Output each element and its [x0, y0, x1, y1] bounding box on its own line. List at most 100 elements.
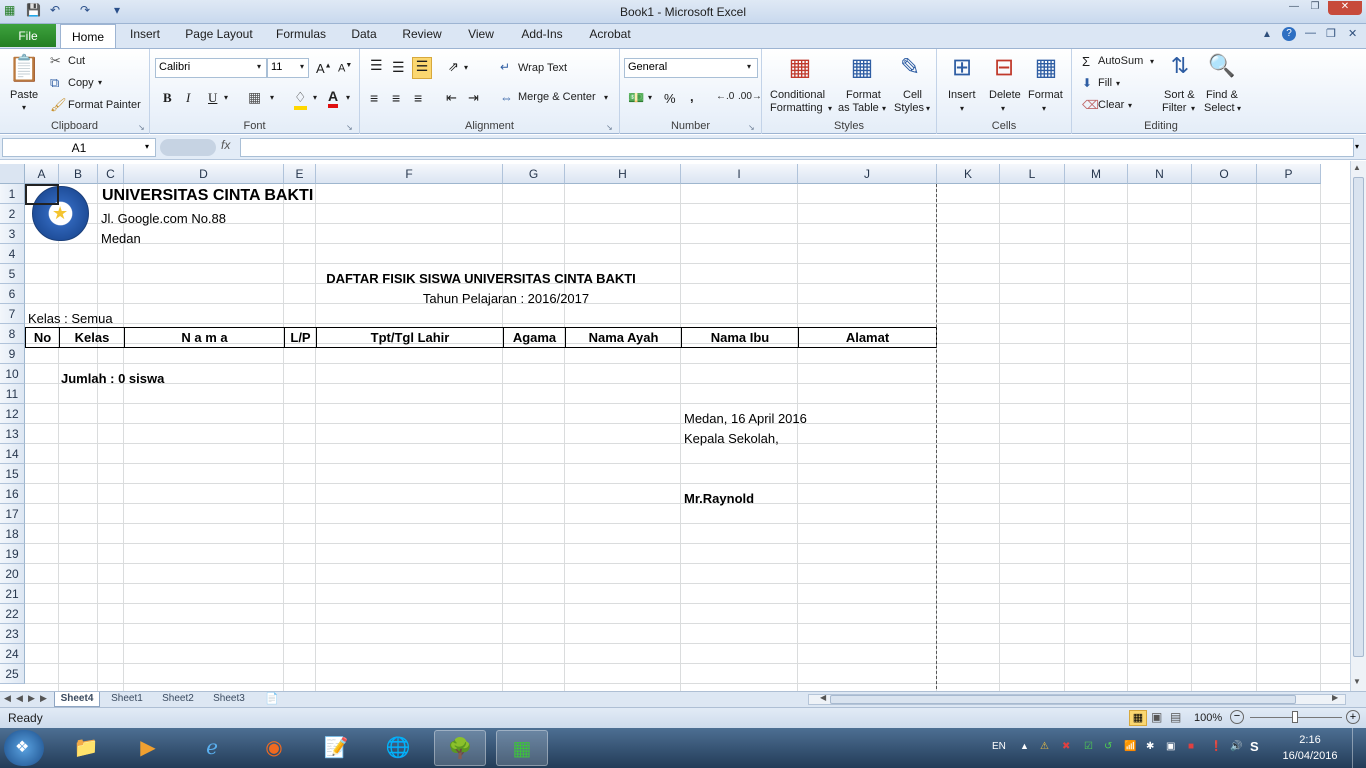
percent-button[interactable]: %: [664, 91, 676, 106]
row-header[interactable]: 21: [0, 584, 25, 604]
row-header[interactable]: 1: [0, 184, 25, 204]
fill-button[interactable]: Fill: [1098, 77, 1112, 89]
cut-icon[interactable]: ✂: [50, 53, 61, 69]
cut-button[interactable]: Cut: [68, 55, 85, 67]
explorer-taskbar-icon[interactable]: 📁: [60, 730, 112, 766]
decrease-indent-icon[interactable]: ⇤: [446, 90, 457, 106]
sort-filter-dropdown-icon[interactable]: ▾: [1191, 104, 1195, 113]
number-format-box[interactable]: General: [624, 58, 758, 78]
horizontal-scroll-thumb[interactable]: [830, 695, 1296, 704]
align-left-icon[interactable]: ≡: [370, 90, 378, 106]
tab-home[interactable]: Home: [60, 24, 116, 49]
page-break-view-icon[interactable]: ▤: [1170, 710, 1181, 724]
row-header[interactable]: 8: [0, 324, 25, 344]
name-box[interactable]: A1: [2, 138, 156, 157]
row-header[interactable]: 15: [0, 464, 25, 484]
font-launcher-icon[interactable]: ↘: [346, 123, 353, 132]
formula-input[interactable]: [240, 138, 1354, 157]
column-header[interactable]: C: [98, 164, 124, 184]
signature-title[interactable]: Kepala Sekolah,: [684, 431, 779, 446]
tray-shield-icon[interactable]: ⚠: [1040, 741, 1049, 752]
row-header[interactable]: 23: [0, 624, 25, 644]
select-all-corner[interactable]: [0, 164, 25, 184]
format-as-table-button-line2[interactable]: as Table: [838, 102, 879, 114]
next-sheet-icon[interactable]: ▶: [28, 693, 35, 704]
report-title[interactable]: DAFTAR FISIK SISWA UNIVERSITAS CINTA BAK…: [25, 271, 937, 286]
close-button[interactable]: ✕: [1328, 1, 1362, 15]
internet-explorer-taskbar-icon[interactable]: ℯ: [186, 730, 238, 766]
row-header[interactable]: 2: [0, 204, 25, 224]
autosum-button[interactable]: AutoSum: [1098, 55, 1143, 67]
column-header[interactable]: P: [1257, 164, 1321, 184]
format-cells-button[interactable]: Format: [1028, 89, 1063, 101]
tray-check-icon[interactable]: ☑: [1084, 741, 1093, 752]
comma-button[interactable]: ,: [690, 89, 694, 104]
shrink-font-icon[interactable]: A▼: [338, 62, 352, 75]
merge-center-icon[interactable]: ⇔: [500, 90, 513, 105]
tray-alert-icon[interactable]: ❗: [1210, 741, 1222, 752]
column-header[interactable]: I: [681, 164, 798, 184]
delete-cells-icon[interactable]: ⊟: [987, 53, 1021, 87]
column-header[interactable]: H: [565, 164, 681, 184]
tab-review[interactable]: Review: [398, 24, 446, 44]
expand-formula-bar-icon[interactable]: ▾: [1355, 142, 1359, 151]
table-header-cell[interactable]: No: [25, 327, 59, 348]
table-header-cell[interactable]: Nama Ibu: [681, 327, 798, 348]
conditional-formatting-icon[interactable]: ▦: [784, 53, 816, 87]
row-header[interactable]: 16: [0, 484, 25, 504]
underline-button[interactable]: U: [208, 90, 217, 106]
column-header[interactable]: J: [798, 164, 937, 184]
copy-button[interactable]: Copy: [68, 77, 94, 89]
insert-cells-dropdown-icon[interactable]: ▾: [960, 104, 964, 113]
row-header[interactable]: 19: [0, 544, 25, 564]
font-size-dropdown-icon[interactable]: ▾: [300, 62, 304, 71]
tray-network-icon[interactable]: 📶: [1124, 741, 1136, 752]
find-select-button[interactable]: Find &: [1206, 89, 1238, 101]
name-box-dropdown-icon[interactable]: ▾: [145, 142, 149, 151]
page-layout-view-icon[interactable]: ▣: [1151, 710, 1162, 724]
find-select-dropdown-icon[interactable]: ▾: [1237, 104, 1241, 113]
accounting-dropdown-icon[interactable]: ▾: [648, 93, 652, 102]
increase-decimal-icon[interactable]: ←.0: [716, 91, 734, 102]
format-painter-button[interactable]: Format Painter: [68, 99, 141, 111]
row-header[interactable]: 5: [0, 264, 25, 284]
start-button[interactable]: ❖: [4, 730, 44, 766]
firefox-taskbar-icon[interactable]: ◉: [248, 730, 300, 766]
table-header-cell[interactable]: Agama: [503, 327, 565, 348]
tray-sync-icon[interactable]: ↺: [1104, 741, 1112, 752]
copy-dropdown-icon[interactable]: ▾: [98, 78, 102, 87]
align-bottom-icon[interactable]: ☰: [412, 57, 432, 79]
clock-time[interactable]: 2:16: [1280, 734, 1340, 746]
signature-date[interactable]: Medan, 16 April 2016: [684, 411, 807, 426]
scroll-left-icon[interactable]: ◀: [820, 693, 826, 702]
university-address[interactable]: Jl. Google.com No.88: [101, 211, 226, 226]
formula-bar-handle[interactable]: [160, 139, 216, 156]
accounting-icon[interactable]: 💵: [628, 90, 644, 106]
sort-filter-button[interactable]: Sort &: [1164, 89, 1195, 101]
normal-view-icon[interactable]: ▦: [1129, 710, 1147, 726]
row-header[interactable]: 25: [0, 664, 25, 684]
zoom-level[interactable]: 100%: [1194, 712, 1222, 724]
row-header[interactable]: 22: [0, 604, 25, 624]
cell-styles-dropdown-icon[interactable]: ▾: [926, 104, 930, 113]
tab-view[interactable]: View: [462, 24, 500, 44]
orientation-dropdown-icon[interactable]: ▾: [464, 63, 468, 72]
tray-s-icon[interactable]: S: [1250, 739, 1259, 754]
borders-dropdown-icon[interactable]: ▾: [270, 93, 274, 102]
column-header[interactable]: F: [316, 164, 503, 184]
row-header[interactable]: 12: [0, 404, 25, 424]
tray-close-icon[interactable]: ✖: [1062, 741, 1070, 752]
globe-app-taskbar-icon[interactable]: 🌐: [372, 730, 424, 766]
column-header[interactable]: N: [1128, 164, 1192, 184]
row-header[interactable]: 7: [0, 304, 25, 324]
align-right-icon[interactable]: ≡: [414, 90, 422, 106]
tab-file[interactable]: File: [0, 24, 56, 47]
clock-date[interactable]: 16/04/2016: [1280, 750, 1340, 762]
number-launcher-icon[interactable]: ↘: [748, 123, 755, 132]
tray-app-icon[interactable]: ■: [1188, 741, 1194, 752]
language-indicator[interactable]: EN: [992, 741, 1006, 752]
notepad-taskbar-icon[interactable]: 📝: [310, 730, 362, 766]
underline-dropdown-icon[interactable]: ▾: [224, 93, 228, 102]
tray-display-icon[interactable]: ▣: [1166, 741, 1175, 752]
sheet-tab[interactable]: Sheet3: [206, 692, 252, 707]
